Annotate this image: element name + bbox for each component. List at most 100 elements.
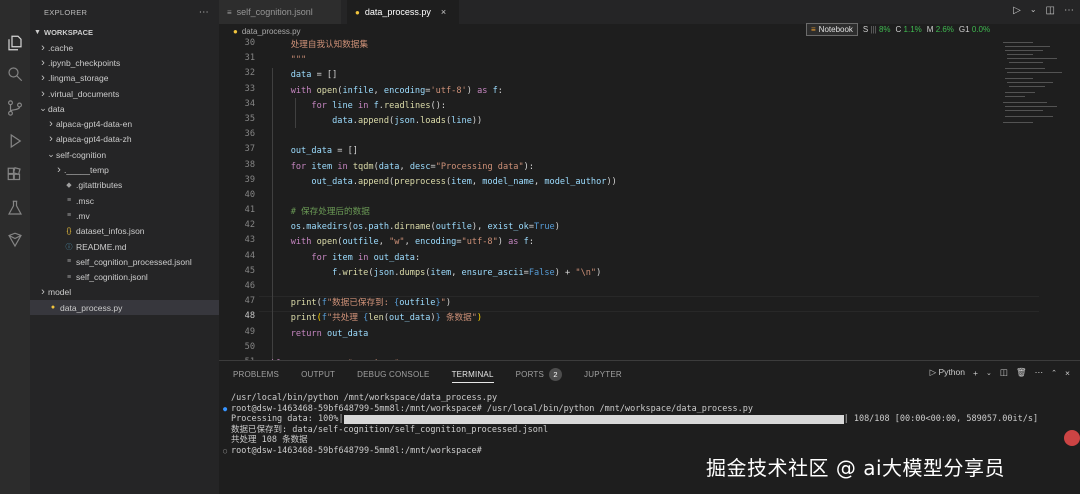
tree-folder[interactable]: › alpaca-gpt4-data-en xyxy=(30,116,219,131)
line-number: 41 xyxy=(244,205,255,216)
tree-folder[interactable]: › .virtual_documents xyxy=(30,86,219,101)
trash-icon[interactable]: 🗑 xyxy=(1016,367,1027,378)
chevron-down-icon[interactable]: ⌄ xyxy=(986,369,992,377)
tree-file[interactable]: ≡ .mv xyxy=(30,208,219,223)
split-terminal-icon[interactable]: ◫ xyxy=(1000,367,1008,378)
terminal-output[interactable]: /usr/local/bin/python /mnt/workspace/dat… xyxy=(223,393,1073,457)
code-line: data = [] xyxy=(290,70,338,81)
tree-item-label: self-cognition xyxy=(56,149,107,160)
tab-problems[interactable]: PROBLEMS xyxy=(233,361,279,387)
run-icon[interactable]: ▷ xyxy=(1013,5,1021,16)
tab-jupyter[interactable]: JUPYTER xyxy=(584,361,622,387)
tree-item-label: dataset_infos.json xyxy=(76,226,145,237)
tree-item-label: .ipynb_checkpoints xyxy=(48,57,121,68)
workspace-section[interactable]: ▼ WORKSPACE xyxy=(30,24,219,40)
line-number-gutter: 30 31 32 33 34 35 36 37 38 39 40 41 42 43 44 45 46 47 48 49… xyxy=(219,38,259,360)
close-icon[interactable]: × xyxy=(441,7,446,17)
tree-folder[interactable]: › alpaca-gpt4-data-zh xyxy=(30,132,219,147)
tree-file[interactable]: ⓘ README.md xyxy=(30,239,219,254)
python-file-icon: ● xyxy=(233,26,238,36)
testing-flask-icon[interactable] xyxy=(4,197,26,219)
terminal-line: Processing data: 100%| | 108/108 [00:00<0… xyxy=(231,414,1039,425)
tree-folder[interactable]: › .ipynb_checkpoints xyxy=(30,55,219,70)
more-icon[interactable]: ⋯ xyxy=(1064,5,1074,16)
terminal-selector[interactable]: ▷ Python xyxy=(930,367,965,378)
more-actions-icon[interactable]: ⋯ xyxy=(199,7,209,18)
code-line: f.write(json.dumps(item, ensure_ascii=Fa… xyxy=(332,267,602,278)
tab-terminal[interactable]: TERMINAL xyxy=(451,361,494,387)
chevron-up-icon[interactable]: ⌃ xyxy=(1051,369,1057,377)
command-dot-icon: ● xyxy=(223,404,228,413)
file-lines-icon: ≡ xyxy=(227,7,232,17)
tab-output[interactable]: OUTPUT xyxy=(301,361,335,387)
more-icon[interactable]: ⋯ xyxy=(1035,367,1044,378)
chevron-right-icon: › xyxy=(41,41,45,54)
tree-folder[interactable]: › .cache xyxy=(30,40,219,55)
code-line: """ xyxy=(290,55,307,66)
line-number: 45 xyxy=(244,265,255,276)
line-number: 47 xyxy=(244,296,255,307)
minimap[interactable] xyxy=(999,38,1069,128)
tree-folder[interactable]: ⌄ self-cognition xyxy=(30,147,219,162)
chevron-right-icon: › xyxy=(41,87,45,100)
tab-ports[interactable]: PORTS 2 xyxy=(516,361,563,387)
code-line: for line in f.readlines(): xyxy=(311,100,447,111)
explorer-sidebar: EXPLORER ⋯ ▼ WORKSPACE › .cache › .ipynb_ch… xyxy=(30,0,219,494)
terminal-line: ● root@dsw-1463468-59bf648799-5mm8l:/mnt/… xyxy=(223,403,753,414)
tree-folder[interactable]: › ._____temp xyxy=(30,162,219,177)
tree-file[interactable]: ◆ .gitattributes xyxy=(30,178,219,193)
new-terminal-icon[interactable]: + xyxy=(973,368,978,378)
watermark: 掘金技术社区 @ ai大模型分享员 xyxy=(706,456,1006,480)
code-editor[interactable]: 30 31 32 33 34 35 36 37 38 39 40 41 42 43 44 45 46 47 48 49… xyxy=(219,38,1080,360)
tree-file[interactable]: ≡ self_cognition.jsonl xyxy=(30,269,219,284)
code-line: 处理自我认知数据集 xyxy=(290,40,369,50)
extensions-icon[interactable] xyxy=(4,164,26,186)
line-number: 35 xyxy=(244,113,255,124)
breadcrumb[interactable]: ● data_process.py xyxy=(219,24,1080,38)
tree-folder[interactable]: › .lingma_storage xyxy=(30,71,219,86)
tree-item-label: self_cognition_processed.jsonl xyxy=(76,256,192,267)
search-icon[interactable] xyxy=(4,63,26,85)
ports-count-badge: 2 xyxy=(549,367,563,381)
run-debug-icon[interactable] xyxy=(4,130,26,152)
tree-file[interactable]: ≡ .msc xyxy=(30,193,219,208)
line-number: 49 xyxy=(244,326,255,337)
tree-folder[interactable]: ⌄ data xyxy=(30,101,219,116)
line-number: 50 xyxy=(244,341,255,352)
code-line: print(f"数据已保存到: {outfile}") xyxy=(290,298,452,309)
chevron-down-icon: ⌄ xyxy=(39,103,47,114)
tab-self-cognition-jsonl[interactable]: ≡ self_cognition.jsonl xyxy=(219,0,341,24)
tree-file[interactable]: ≡ self_cognition_processed.jsonl xyxy=(30,254,219,269)
terminal-line: 数据已保存到: data/self-cognition/self_cogniti… xyxy=(231,424,549,435)
tree-item-label: self_cognition.jsonl xyxy=(76,272,148,283)
code-content[interactable]: 处理自我认知数据集 """ data = [] with open(infile… xyxy=(270,38,617,360)
tree-item-label: .virtual_documents xyxy=(48,88,120,99)
tab-label: data_process.py xyxy=(364,7,431,17)
line-number: 32 xyxy=(244,68,255,79)
chevron-down-icon[interactable]: ⌄ xyxy=(1030,5,1037,16)
file-icon: ≡ xyxy=(66,212,72,220)
tree-file[interactable]: ● data_process.py xyxy=(30,300,219,316)
tab-debug-console[interactable]: DEBUG CONSOLE xyxy=(357,361,429,387)
line-number: 30 xyxy=(244,38,255,48)
split-editor-icon[interactable]: ◫ xyxy=(1046,5,1055,16)
tree-item-label: model xyxy=(48,287,72,298)
line-number: 44 xyxy=(244,250,255,261)
chevron-right-icon: › xyxy=(57,164,61,177)
code-line: os.makedirs(os.path.dirname(outfile), ex… xyxy=(290,222,560,233)
tree-folder[interactable]: › model xyxy=(30,285,219,300)
remote-explorer-icon[interactable] xyxy=(4,229,26,251)
vscode-window: EXPLORER ⋯ ▼ WORKSPACE › .cache › .ipynb_ch… xyxy=(0,0,1080,494)
progress-bar xyxy=(343,414,844,424)
code-line: with open(outfile, "w", encoding="utf-8"… xyxy=(290,237,535,248)
breadcrumb-file: data_process.py xyxy=(241,26,301,36)
tree-file[interactable]: {} dataset_infos.json xyxy=(30,224,219,239)
chevron-right-icon: › xyxy=(49,118,53,131)
tab-data-process-py[interactable]: ● data_process.py × xyxy=(347,0,459,24)
explorer-icon[interactable] xyxy=(4,32,26,54)
close-panel-icon[interactable]: × xyxy=(1065,368,1070,378)
source-control-icon[interactable] xyxy=(4,97,26,119)
chevron-right-icon: › xyxy=(41,56,45,69)
file-tree: › .cache › .ipynb_checkpoints › .lingma_stora… xyxy=(30,40,219,316)
tree-item-label: ._____temp xyxy=(64,165,109,176)
